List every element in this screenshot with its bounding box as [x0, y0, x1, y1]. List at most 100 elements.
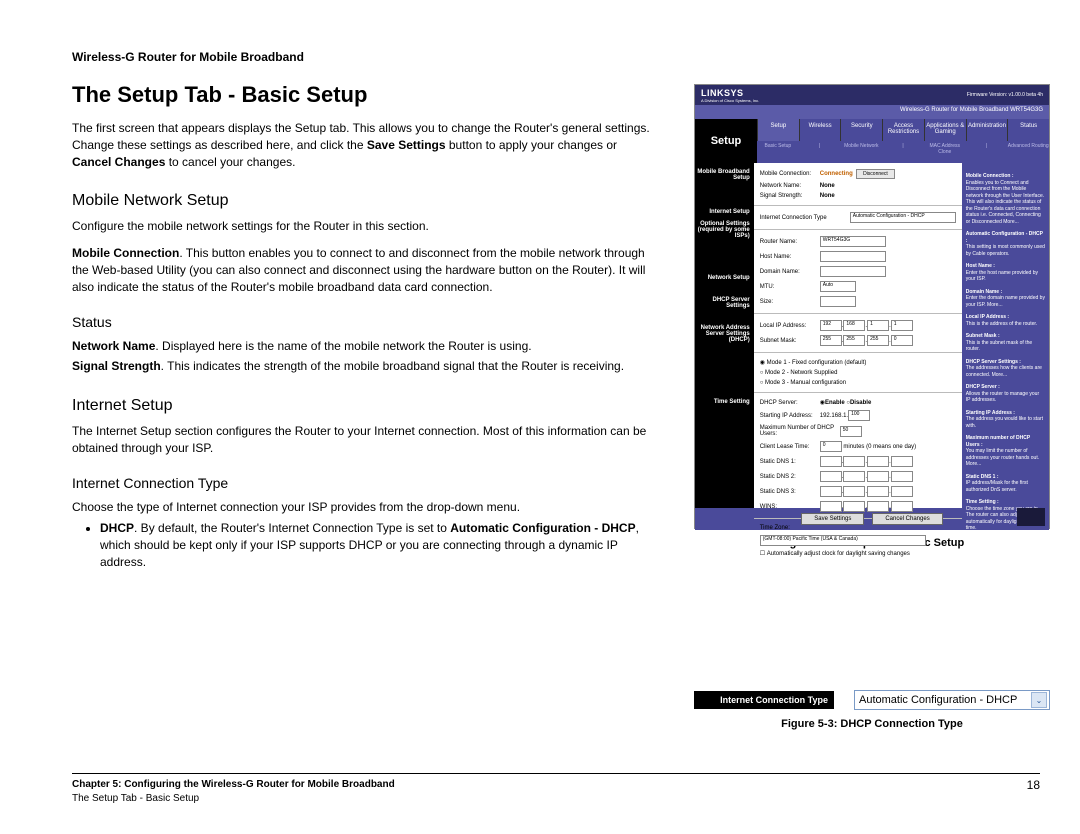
sip-label: Starting IP Address:: [760, 413, 820, 419]
tab-status[interactable]: Status: [1007, 119, 1049, 141]
ict-select[interactable]: Automatic Configuration - DHCP: [850, 212, 956, 223]
clt-input[interactable]: 0: [820, 441, 842, 452]
help-item: Maximum number of DHCP Users :You may li…: [966, 435, 1045, 468]
dns-oct[interactable]: [891, 486, 913, 497]
dns-oct[interactable]: [867, 456, 889, 467]
wins-label: WINS:: [760, 504, 820, 510]
intro-save-settings: Save Settings: [367, 138, 446, 152]
fig2-ict-label: Internet Connection Type: [694, 691, 834, 709]
tab-wireless[interactable]: Wireless: [799, 119, 841, 141]
network-name-text: . Displayed here is the name of the mobi…: [155, 339, 531, 353]
figure2-caption: Figure 5-3: DHCP Connection Type: [694, 718, 1050, 730]
help-panel: Mobile Connection :Enables you to Connec…: [962, 163, 1049, 508]
sm-oct3[interactable]: 255: [867, 335, 889, 346]
host-name-input[interactable]: [820, 251, 886, 262]
lip-oct1[interactable]: 192: [820, 320, 842, 331]
signal-strength-label: Signal Strength: [72, 359, 161, 373]
tab-security[interactable]: Security: [840, 119, 882, 141]
clt-note: minutes (0 means one day): [843, 444, 916, 450]
lip-oct4[interactable]: 1: [891, 320, 913, 331]
help-item: Automatic Configuration - DHCP :This set…: [966, 231, 1045, 257]
help-item: Domain Name :Enter the domain name provi…: [966, 289, 1045, 309]
tab-setup[interactable]: Setup: [757, 119, 799, 141]
wins-oct[interactable]: [843, 501, 865, 512]
subtab-basic-setup[interactable]: Basic Setup: [757, 141, 799, 155]
dns-oct[interactable]: [820, 456, 842, 467]
doc-header: Wireless-G Router for Mobile Broadband: [72, 50, 1040, 64]
radio-icon[interactable]: ○: [760, 380, 764, 386]
left-section-mobile: Mobile Broadband Setup: [695, 169, 750, 181]
footer-section: The Setup Tab - Basic Setup: [72, 792, 395, 806]
dns-oct[interactable]: [867, 471, 889, 482]
ss-value: None: [820, 193, 835, 199]
sm-oct1[interactable]: 255: [820, 335, 842, 346]
dns-oct[interactable]: [843, 486, 865, 497]
mtu-label: MTU:: [760, 284, 820, 290]
radio-icon[interactable]: ◉: [760, 359, 765, 366]
footer-chapter: Chapter 5: Configuring the Wireless-G Ro…: [72, 778, 395, 792]
dhcp-text: . By default, the Router's Internet Conn…: [134, 521, 450, 535]
router-name-input[interactable]: WRT54G3G: [820, 236, 886, 247]
sm-oct2[interactable]: 255: [843, 335, 865, 346]
left-section-dhcp-server: DHCP Server Settings: [695, 297, 750, 309]
ict-desc: Choose the type of Internet connection y…: [72, 499, 652, 516]
dns3-label: Static DNS 3:: [760, 489, 820, 495]
dns-oct[interactable]: [820, 486, 842, 497]
mode1-label: Mode 1 - Fixed configuration (default): [767, 360, 867, 366]
linksys-logo: LINKSYS: [701, 88, 744, 98]
mobile-connection-label: Mobile Connection: [72, 246, 179, 260]
subtab-mobile-network[interactable]: Mobile Network: [840, 141, 882, 155]
lip-oct2[interactable]: 168: [843, 320, 865, 331]
internet-setup-text: The Internet Setup section configures th…: [72, 423, 652, 457]
radio-icon[interactable]: ○: [760, 370, 764, 376]
lip-oct3[interactable]: 1: [867, 320, 889, 331]
checkbox-icon[interactable]: ☐: [760, 550, 765, 557]
wins-oct[interactable]: [867, 501, 889, 512]
firmware-version: Firmware Version: v1.00.0 beta 4h: [967, 92, 1043, 98]
wins-oct[interactable]: [891, 501, 913, 512]
help-item: Local IP Address :This is the address of…: [966, 314, 1045, 327]
dns-oct[interactable]: [843, 471, 865, 482]
mtu-select[interactable]: Auto: [820, 281, 856, 292]
mode3-label: Mode 3 - Manual configuration: [765, 380, 846, 386]
mobile-desc: Configure the mobile network settings fo…: [72, 218, 652, 235]
tz-select[interactable]: (GMT-08:00) Pacific Time (USA & Canada): [760, 535, 926, 546]
tab-access-restrictions[interactable]: Access Restrictions: [882, 119, 924, 141]
signal-strength-text: . This indicates the strength of the mob…: [161, 359, 624, 373]
size-input[interactable]: [820, 296, 856, 307]
tab-applications-gaming[interactable]: Applications & Gaming: [924, 119, 966, 141]
max-input[interactable]: 50: [840, 426, 862, 437]
disconnect-button[interactable]: Disconnect: [856, 169, 895, 179]
dns-oct[interactable]: [891, 456, 913, 467]
help-item: DHCP Server Settings :The addresses how …: [966, 359, 1045, 379]
rn-label: Router Name:: [760, 239, 820, 245]
dns-oct[interactable]: [843, 456, 865, 467]
chevron-down-icon[interactable]: ⌄: [1031, 692, 1047, 708]
tab-administration[interactable]: Administration: [966, 119, 1008, 141]
subtab-adv-routing[interactable]: Advanced Routing: [1007, 141, 1049, 155]
sip-input[interactable]: 100: [848, 410, 870, 421]
left-section-time: Time Setting: [695, 399, 750, 405]
help-item: Static DNS 1 :IP address/Mask for the fi…: [966, 474, 1045, 494]
cisco-logo-icon: [1017, 508, 1045, 526]
wins-oct[interactable]: [820, 501, 842, 512]
disable-label: Disable: [850, 400, 871, 406]
help-item: Host Name :Enter the host name provided …: [966, 263, 1045, 283]
sm-oct4[interactable]: 0: [891, 335, 913, 346]
page-number: 18: [1027, 778, 1040, 806]
domain-name-input[interactable]: [820, 266, 886, 277]
save-settings-button[interactable]: Save Settings: [801, 513, 864, 525]
mode2-label: Mode 2 - Network Supplied: [765, 370, 837, 376]
enable-label: Enable: [825, 400, 845, 406]
dns-oct[interactable]: [867, 486, 889, 497]
subtab-divider: |: [882, 141, 924, 155]
dns-oct[interactable]: [820, 471, 842, 482]
dhcp-srv-label: DHCP Server:: [760, 400, 820, 406]
dns-oct[interactable]: [891, 471, 913, 482]
subtab-mac-clone[interactable]: MAC Address Clone: [924, 141, 966, 155]
mc-label: Mobile Connection:: [760, 171, 820, 177]
fig2-ict-select[interactable]: Automatic Configuration - DHCP ⌄: [854, 690, 1050, 710]
left-section-internet: Internet Setup: [695, 209, 750, 215]
left-section-nas: Network Address Server Settings (DHCP): [695, 325, 750, 343]
cancel-changes-button[interactable]: Cancel Changes: [872, 513, 942, 525]
